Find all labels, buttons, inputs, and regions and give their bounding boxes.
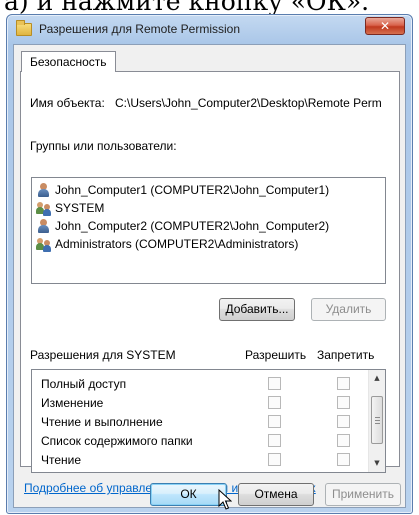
user-name: SYSTEM — [55, 201, 105, 215]
deny-checkbox[interactable] — [337, 453, 350, 466]
allow-checkbox[interactable] — [268, 377, 281, 390]
object-name-label: Имя объекта: — [30, 96, 105, 110]
allow-checkbox[interactable] — [268, 434, 281, 447]
title-bar[interactable]: Разрешения для Remote Permission ✕ — [7, 15, 412, 43]
permission-row: Чтение и выполнение — [32, 413, 369, 432]
permission-name: Изменение — [41, 396, 104, 410]
groups-users-list[interactable]: John_Computer1 (COMPUTER2\John_Computer1… — [31, 177, 386, 284]
list-item[interactable]: John_Computer1 (COMPUTER2\John_Computer1… — [36, 181, 329, 199]
dialog-client-area: Безопасность Имя объекта: C:\Users\John_… — [13, 44, 406, 508]
permission-name: Полный доступ — [41, 377, 127, 391]
permission-row: Список содержимого папки — [32, 432, 369, 451]
folder-icon — [16, 19, 32, 36]
remove-button[interactable]: Удалить — [311, 298, 386, 321]
object-name-value: C:\Users\John_Computer2\Desktop\Remote P… — [115, 96, 382, 110]
apply-button[interactable]: Применить — [325, 483, 401, 506]
close-button[interactable]: ✕ — [365, 17, 405, 35]
group-icon — [36, 200, 52, 216]
deny-checkbox[interactable] — [337, 377, 350, 390]
deny-checkbox[interactable] — [337, 396, 350, 409]
cancel-button[interactable]: Отмена — [238, 483, 314, 506]
window-title: Разрешения для Remote Permission — [39, 22, 240, 36]
group-icon — [36, 236, 52, 252]
list-item[interactable]: John_Computer2 (COMPUTER2\John_Computer2… — [36, 217, 329, 235]
groups-users-label: Группы или пользователи: — [30, 139, 177, 153]
list-item[interactable]: Administrators (COMPUTER2\Administrators… — [36, 235, 298, 253]
scroll-thumb[interactable] — [371, 396, 383, 444]
deny-checkbox[interactable] — [337, 434, 350, 447]
user-name: Administrators (COMPUTER2\Administrators… — [55, 237, 299, 251]
tab-security[interactable]: Безопасность — [21, 51, 116, 72]
allow-checkbox[interactable] — [268, 453, 281, 466]
ok-button[interactable]: ОК — [150, 483, 227, 506]
permissions-header: Разрешения для SYSTEM — [30, 348, 176, 362]
allow-checkbox[interactable] — [268, 415, 281, 428]
permission-name: Список содержимого папки — [41, 434, 193, 448]
deny-column-header: Запретить — [317, 348, 375, 362]
permissions-list[interactable]: Полный доступ Изменение Чтение и выполне… — [31, 369, 386, 473]
list-item[interactable]: SYSTEM — [36, 199, 104, 217]
user-name: John_Computer2 (COMPUTER2\John_Computer2… — [55, 219, 330, 233]
permission-row: Изменение — [32, 394, 369, 413]
deny-checkbox[interactable] — [337, 415, 350, 428]
permissions-scrollbar[interactable]: ▲ ▼ — [368, 370, 385, 472]
user-icon — [36, 218, 52, 234]
permission-row: Полный доступ — [32, 375, 369, 394]
scroll-up-icon[interactable]: ▲ — [369, 370, 385, 387]
permissions-dialog: Разрешения для Remote Permission ✕ Безоп… — [6, 14, 413, 514]
security-tab-panel: Имя объекта: C:\Users\John_Computer2\Des… — [20, 71, 400, 473]
user-name: John_Computer1 (COMPUTER2\John_Computer1… — [55, 183, 330, 197]
permission-name: Чтение и выполнение — [41, 415, 163, 429]
scroll-down-icon[interactable]: ▼ — [369, 455, 385, 472]
user-icon — [36, 182, 52, 198]
add-button[interactable]: Добавить... — [219, 298, 295, 321]
permission-row: Чтение — [32, 451, 369, 470]
allow-column-header: Разрешить — [245, 348, 307, 362]
allow-checkbox[interactable] — [268, 396, 281, 409]
mouse-cursor-icon — [218, 489, 232, 510]
permission-name: Чтение — [41, 453, 82, 467]
